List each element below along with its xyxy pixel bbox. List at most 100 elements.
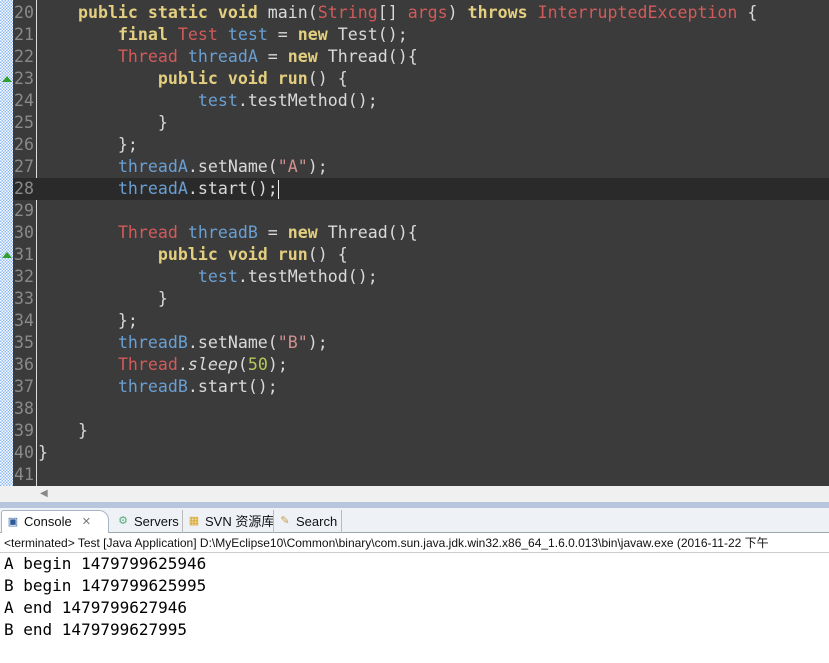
code-line[interactable]: 24 test.testMethod(); — [13, 90, 829, 112]
code-text: public void run() { — [38, 68, 348, 90]
line-number: 31 — [14, 245, 34, 264]
code-text: public void run() { — [38, 244, 348, 266]
code-text: threadA.setName("A"); — [38, 156, 328, 178]
code-line[interactable]: 29 — [13, 200, 829, 222]
code-line[interactable]: 25 } — [13, 112, 829, 134]
line-number: 24 — [14, 91, 34, 110]
code-token: = — [257, 223, 288, 242]
code-token: .setName( — [187, 157, 278, 176]
code-line[interactable]: 38 — [13, 398, 829, 420]
line-number: 36 — [14, 355, 34, 374]
code-token: .testMethod(); — [237, 267, 378, 286]
override-marker-icon[interactable] — [2, 76, 12, 82]
code-text: final Test test = new Test(); — [38, 24, 408, 46]
code-line[interactable]: 26 }; — [13, 134, 829, 156]
line-number: 37 — [14, 377, 34, 396]
code-line[interactable]: 21 final Test test = new Test(); — [13, 24, 829, 46]
tab-label: Console — [24, 514, 72, 529]
code-token: ) — [447, 3, 468, 22]
code-line[interactable]: 20 public static void main(String[] args… — [13, 2, 829, 24]
code-line[interactable]: 35 threadB.setName("B"); — [13, 332, 829, 354]
tab-svn-repository[interactable]: ▦ SVN 资源库 — [182, 510, 278, 533]
code-token: } — [38, 289, 168, 308]
line-number: 38 — [14, 399, 34, 418]
tab-label: Servers — [134, 513, 179, 529]
line-number: 32 — [14, 267, 34, 286]
code-line[interactable]: 23 public void run() { — [13, 68, 829, 90]
code-token: new — [297, 25, 338, 44]
code-text: Thread threadB = new Thread(){ — [38, 222, 418, 244]
marker-bar — [0, 0, 13, 486]
code-token: final — [117, 25, 178, 44]
code-line[interactable]: 41 — [13, 464, 829, 486]
tab-console[interactable]: ▣ Console ✕ — [1, 510, 109, 533]
scroll-left-icon[interactable]: ◀ — [40, 488, 48, 499]
code-line[interactable]: 37 threadB.start(); — [13, 376, 829, 398]
code-line[interactable]: 32 test.testMethod(); — [13, 266, 829, 288]
code-token: Thread — [117, 355, 178, 374]
code-text: test.testMethod(); — [38, 266, 378, 288]
line-number: 29 — [14, 201, 34, 220]
code-token: .start(); — [187, 377, 278, 396]
code-token: } — [38, 443, 48, 462]
code-text: } — [38, 442, 48, 464]
code-token: test — [227, 25, 268, 44]
code-line[interactable]: 39 } — [13, 420, 829, 442]
code-token: { — [737, 3, 758, 22]
code-text: test.testMethod(); — [38, 90, 378, 112]
code-token: . — [177, 355, 188, 374]
console-line: A end 1479799627946 — [4, 598, 188, 617]
code-token: ); — [307, 157, 328, 176]
code-line[interactable]: 33 } — [13, 288, 829, 310]
code-token: } — [38, 113, 168, 132]
code-text: }; — [38, 134, 138, 156]
code-token: .setName( — [187, 333, 278, 352]
code-token: .start(); — [187, 179, 278, 198]
code-token: Test — [177, 25, 228, 44]
code-token: threadB — [187, 223, 258, 242]
code-text: } — [38, 112, 168, 134]
code-line[interactable]: 36 Thread.sleep(50); — [13, 354, 829, 376]
horizontal-scrollbar[interactable]: ◀ — [0, 486, 829, 502]
close-icon[interactable]: ✕ — [82, 511, 91, 533]
console-output[interactable]: A begin 1479799625946 B begin 14797996259… — [0, 553, 829, 641]
code-token: threadA — [117, 179, 188, 198]
code-token: public void — [157, 69, 278, 88]
code-line[interactable]: 40} — [13, 442, 829, 464]
code-text: }; — [38, 310, 138, 332]
tab-servers[interactable]: ⚙ Servers — [112, 510, 183, 533]
code-token: "A" — [277, 157, 308, 176]
code-line[interactable]: 28 threadA.start(); — [13, 178, 829, 200]
tab-search[interactable]: ✎ Search — [273, 510, 343, 533]
code-line[interactable]: 31 public void run() { — [13, 244, 829, 266]
code-text: } — [38, 288, 168, 310]
code-token: [] — [377, 3, 408, 22]
code-token: InterruptedException — [537, 3, 738, 22]
code-token: }; — [38, 135, 138, 154]
code-token: = — [267, 25, 298, 44]
line-number: 20 — [14, 3, 34, 22]
code-text: public static void main(String[] args) t… — [38, 2, 757, 24]
line-number: 39 — [14, 421, 34, 440]
line-number: 41 — [14, 465, 34, 484]
code-line[interactable]: 22 Thread threadA = new Thread(){ — [13, 46, 829, 68]
code-token: Thread(){ — [327, 223, 418, 242]
code-token: args — [407, 3, 448, 22]
code-token: Thread — [117, 223, 188, 242]
tab-label: SVN 资源库 — [205, 513, 275, 529]
code-editor[interactable]: 20 public static void main(String[] args… — [0, 0, 829, 486]
code-line[interactable]: 30 Thread threadB = new Thread(){ — [13, 222, 829, 244]
code-token: threadA — [117, 157, 188, 176]
code-line[interactable]: 34 }; — [13, 310, 829, 332]
override-marker-icon[interactable] — [2, 252, 12, 258]
code-token: = — [257, 47, 288, 66]
code-line[interactable]: 27 threadA.setName("A"); — [13, 156, 829, 178]
view-tab-bar: ▣ Console ✕ ⚙ Servers ▦ SVN 资源库 ✎ Search — [0, 508, 829, 533]
